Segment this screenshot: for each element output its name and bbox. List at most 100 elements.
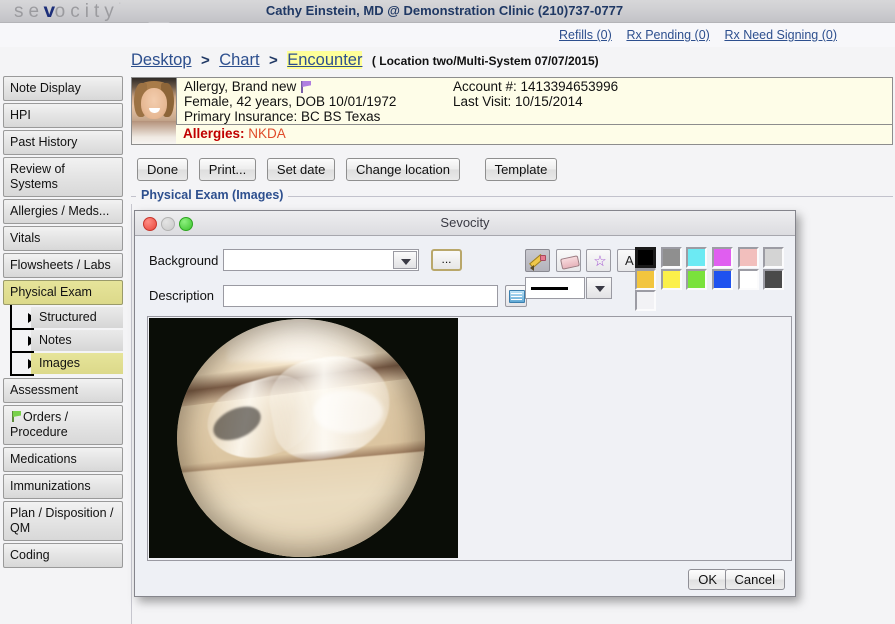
link-refills[interactable]: Refills (0) (559, 28, 612, 42)
arthroscopy-image[interactable] (149, 318, 458, 558)
sidebar-item-hpi[interactable]: HPI (3, 103, 123, 128)
patient-insurance: Primary Insurance: BC BS Texas (184, 109, 380, 124)
sidebar-subitem-structured[interactable]: Structured (3, 307, 123, 328)
sidebar: Note Display HPI Past History Review of … (3, 76, 125, 570)
background-label: Background (149, 253, 218, 268)
sidebar-item-coding[interactable]: Coding (3, 543, 123, 568)
sidebar-item-note-display[interactable]: Note Display (3, 76, 123, 101)
breadcrumb-separator-2: > (269, 52, 278, 69)
patient-allergies: Allergies: NKDA (183, 126, 286, 141)
top-links-row: Refills (0) Rx Pending (0) Rx Need Signi… (0, 23, 895, 47)
sidebar-item-past-history[interactable]: Past History (3, 130, 123, 155)
image-editor-dialog: Sevocity Background ... Description ☆ A (134, 210, 796, 597)
sidebar-subitem-structured-label: Structured (31, 307, 123, 328)
breadcrumb-desktop[interactable]: Desktop (131, 51, 192, 69)
color-swatch-cyan[interactable] (686, 247, 707, 268)
sidebar-item-orders-procedure[interactable]: Orders / Procedure (3, 405, 123, 445)
color-swatch-pink[interactable] (738, 247, 759, 268)
line-width-sample (531, 287, 568, 290)
patient-demographics-box: Allergy, Brand new Female, 42 years, DOB… (176, 78, 892, 125)
sidebar-item-physical-exam[interactable]: Physical Exam (3, 280, 123, 305)
color-swatch-off-white[interactable] (635, 290, 656, 311)
background-select[interactable] (223, 249, 419, 271)
sidebar-item-immunizations[interactable]: Immunizations (3, 474, 123, 499)
color-swatch-light-gray[interactable] (763, 247, 784, 268)
change-location-button[interactable]: Change location (346, 158, 460, 181)
sidebar-item-medications[interactable]: Medications (3, 447, 123, 472)
template-button[interactable]: Template (485, 158, 558, 181)
image-canvas[interactable] (147, 316, 792, 561)
allergies-value: NKDA (248, 126, 286, 141)
brand-bar: sevocity˙ Cathy Einstein, MD @ Demonstra… (0, 0, 895, 23)
scope-circle-image (177, 319, 425, 557)
action-toolbar: Done Print... Set date Change location T… (137, 158, 564, 181)
color-swatch-white[interactable] (738, 269, 759, 290)
ok-button[interactable]: OK (688, 569, 727, 590)
eraser-icon (560, 255, 580, 270)
color-palette (635, 247, 795, 291)
window-maximize-icon[interactable] (179, 217, 193, 231)
dialog-title: Sevocity (135, 211, 795, 234)
sidebar-subitem-notes-label: Notes (31, 330, 123, 351)
shape-tool-button[interactable]: ☆ (586, 249, 611, 272)
chevron-down-icon (595, 286, 605, 292)
eraser-tool-button[interactable] (556, 249, 581, 272)
link-rx-need-signing[interactable]: Rx Need Signing (0) (724, 28, 837, 42)
drawing-tools: ☆ A (525, 249, 644, 272)
breadcrumb-chart[interactable]: Chart (219, 51, 259, 69)
color-swatch-yellow[interactable] (661, 269, 682, 290)
color-swatch-gray[interactable] (661, 247, 682, 268)
set-date-button[interactable]: Set date (267, 158, 335, 181)
sidebar-item-plan-disposition-qm[interactable]: Plan / Disposition / QM (3, 501, 123, 541)
line-width-display[interactable] (525, 277, 585, 299)
allergies-label: Allergies: (183, 126, 245, 141)
window-minimize-icon[interactable] (161, 217, 175, 231)
color-swatch-gold[interactable] (635, 269, 656, 290)
sidebar-item-review-of-systems[interactable]: Review of Systems (3, 157, 123, 197)
breadcrumb-separator-1: > (201, 52, 210, 69)
color-palette-row-2 (635, 269, 795, 291)
breadcrumb-encounter[interactable]: Encounter (287, 51, 362, 69)
patient-banner: Allergy, Brand new Female, 42 years, DOB… (131, 77, 893, 145)
provider-clinic-label: Cathy Einstein, MD @ Demonstration Clini… (0, 3, 895, 18)
color-swatch-green[interactable] (686, 269, 707, 290)
cancel-button[interactable]: Cancel (725, 569, 785, 590)
chevron-down-icon (401, 259, 411, 265)
pencil-tool-button[interactable] (525, 249, 550, 272)
window-close-icon[interactable] (143, 217, 157, 231)
flag-icon (10, 411, 22, 422)
onscreen-keyboard-button[interactable] (505, 285, 527, 307)
breadcrumb: Desktop > Chart > Encounter ( Location t… (0, 48, 895, 74)
description-input[interactable] (223, 285, 498, 307)
breadcrumb-location: ( Location two/Multi-System 07/07/2015) (372, 54, 599, 68)
patient-flag-icon (299, 81, 311, 93)
color-swatch-blue[interactable] (712, 269, 733, 290)
color-swatch-magenta[interactable] (712, 247, 733, 268)
background-select-arrow[interactable] (393, 251, 417, 269)
pencil-icon (530, 254, 545, 268)
link-rx-pending[interactable]: Rx Pending (0) (626, 28, 709, 42)
color-swatch-dark-gray[interactable] (763, 269, 784, 290)
sidebar-subitem-notes[interactable]: Notes (3, 330, 123, 351)
done-button[interactable]: Done (137, 158, 188, 181)
patient-account-number: Account #: 1413394653996 (453, 79, 618, 94)
color-swatch-black[interactable] (635, 247, 656, 268)
sidebar-item-allergies-meds[interactable]: Allergies / Meds... (3, 199, 123, 224)
sidebar-subitem-images-label: Images (31, 353, 123, 374)
sidebar-subitem-images[interactable]: Images (3, 353, 123, 374)
section-header: Physical Exam (Images) (131, 188, 893, 204)
patient-last-visit: Last Visit: 10/15/2014 (453, 94, 583, 109)
background-browse-button[interactable]: ... (431, 249, 462, 271)
patient-avatar (132, 78, 176, 144)
sidebar-item-flowsheets-labs[interactable]: Flowsheets / Labs (3, 253, 123, 278)
patient-name: Allergy, Brand new (184, 79, 296, 94)
sidebar-item-assessment[interactable]: Assessment (3, 378, 123, 403)
section-title: Physical Exam (Images) (136, 188, 288, 202)
dialog-title-bar[interactable]: Sevocity (135, 211, 795, 236)
line-width-dropdown-button[interactable] (586, 277, 612, 299)
dialog-footer: OK Cancel (135, 564, 795, 596)
canvas-blank-area[interactable] (458, 318, 790, 559)
print-button[interactable]: Print... (199, 158, 257, 181)
keyboard-icon (509, 290, 525, 303)
sidebar-item-vitals[interactable]: Vitals (3, 226, 123, 251)
